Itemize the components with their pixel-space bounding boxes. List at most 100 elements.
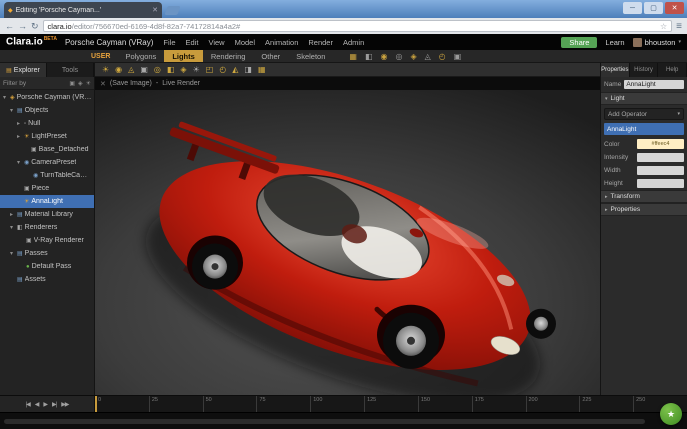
snap-grid-icon[interactable]: ▦ [349,52,357,61]
spot-light-icon[interactable]: ◉ [115,65,122,74]
light-target-icon[interactable]: ◰ [206,65,214,74]
exposure-icon[interactable]: ◨ [244,65,252,74]
shadow-icon[interactable]: ◭ [232,65,238,74]
forward-button[interactable]: → [18,22,27,31]
magnet-icon[interactable]: ◧ [365,52,373,61]
add-operator-dropdown[interactable]: Add Operator ▾ [604,108,684,120]
tree-item-objects[interactable]: ▾▤Objects [0,104,94,117]
browser-menu-button[interactable]: ≡ [676,21,682,32]
history-icon[interactable]: ◴ [439,52,446,61]
light-link-icon[interactable]: ◴ [219,65,226,74]
tree-item-assets[interactable]: ▤Assets [0,273,94,286]
width-input[interactable] [637,166,684,175]
settings-icon[interactable]: ◬ [425,52,431,61]
tab-skeleton[interactable]: Skeleton [288,50,333,62]
tab-rendering[interactable]: Rendering [203,50,254,62]
go-to-end-button[interactable]: ▶▶ [61,401,68,408]
filter-objects-icon[interactable]: ▣ [69,80,75,87]
filter-materials-icon[interactable]: ◈ [78,80,83,87]
expand-arrow-icon[interactable]: ▾ [8,224,15,231]
tab-other[interactable]: Other [253,50,288,62]
menu-animation[interactable]: Animation [265,38,298,47]
tree-item-piece[interactable]: ▣Piece [0,182,94,195]
go-to-start-button[interactable]: |◀ [26,401,30,408]
height-input[interactable] [637,179,684,188]
playhead[interactable] [95,396,97,412]
expand-arrow-icon[interactable]: ▾ [15,159,22,166]
share-button[interactable]: Share [561,37,597,48]
ambient-light-icon[interactable]: ◧ [167,65,175,74]
tab-user-palette[interactable]: USER [84,50,117,62]
menu-render[interactable]: Render [308,38,333,47]
intensity-input[interactable] [637,153,684,162]
color-swatch[interactable]: #ffeec4 [637,139,684,149]
tree-item-base-detached[interactable]: ▣Base_Detached [0,143,94,156]
sky-light-icon[interactable]: ◎ [154,65,161,74]
tree-item-passes[interactable]: ▾▤Passes [0,247,94,260]
play-button[interactable]: ▶ [43,401,47,408]
tree-item-scene-root[interactable]: ▾◈Porsche Cayman (VRay) [0,91,94,104]
menu-file[interactable]: File [163,38,175,47]
ies-light-icon[interactable]: ◈ [180,65,186,74]
tree-item-default-pass[interactable]: ●Default Pass [0,260,94,273]
tree-item-annalight[interactable]: ☀AnnaLight [0,195,94,208]
transform-section-header[interactable]: ▸ Transform [601,190,687,203]
point-light-icon[interactable]: ☀ [102,65,109,74]
back-button[interactable]: ← [5,22,14,31]
timeline-ruler[interactable]: 0 25 50 75 100 125 150 175 200 225 250 [95,396,687,412]
grid-icon[interactable]: ▣ [454,52,462,61]
environment-icon[interactable]: ▦ [258,65,266,74]
camera-view-icon[interactable]: ◎ [395,52,402,61]
clara-logo[interactable]: Clara.ioBETA [6,36,57,47]
sun-light-icon[interactable]: ☀ [193,65,200,74]
url-field[interactable]: clara.io /editor/756670ed-6169-4d8f-82a7… [43,20,673,32]
reload-button[interactable]: ↻ [31,22,39,31]
save-image-link[interactable]: (Save Image) [110,80,152,87]
user-menu[interactable]: bhouston ▾ [633,38,681,47]
learn-button[interactable]: Learn [605,38,624,47]
expand-arrow-icon[interactable]: ▾ [1,94,8,101]
tab-help[interactable]: Help [658,63,687,77]
tab-close-icon[interactable]: ✕ [152,6,158,14]
tree-item-turntablecamera[interactable]: ◉TurnTableCamera [0,169,94,182]
menu-edit[interactable]: Edit [186,38,199,47]
light-section-header[interactable]: ▾ Light [601,92,687,105]
step-back-button[interactable]: ◀ [35,401,39,408]
properties-section-header[interactable]: ▸ Properties [601,203,687,216]
name-input[interactable]: AnnaLight [624,80,684,89]
window-close-button[interactable]: ✕ [665,2,684,14]
car-render[interactable] [95,90,600,395]
window-maximize-button[interactable]: ▢ [644,2,663,14]
window-minimize-button[interactable]: ─ [623,2,642,14]
tree-item-null[interactable]: ▸▫Null [0,117,94,130]
help-bubble[interactable]: ★ [660,403,682,425]
render-viewport[interactable] [95,90,600,395]
tab-properties[interactable]: Properties [601,63,630,77]
menu-admin[interactable]: Admin [343,38,364,47]
close-render-icon[interactable]: ✕ [100,80,106,88]
step-forward-button[interactable]: ▶| [52,401,56,408]
expand-arrow-icon[interactable]: ▸ [8,211,15,218]
area-light-icon[interactable]: ▣ [140,65,148,74]
expand-arrow-icon[interactable]: ▾ [8,107,15,114]
tab-tools[interactable]: Tools [47,63,94,77]
tab-lights[interactable]: Lights [164,50,203,62]
expand-arrow-icon[interactable]: ▸ [15,133,22,140]
tab-polygons[interactable]: Polygons [117,50,164,62]
render-icon[interactable]: ◉ [381,52,388,61]
tree-item-camerapreset[interactable]: ▾◉CameraPreset [0,156,94,169]
expand-arrow-icon[interactable]: ▸ [15,120,22,127]
new-tab-button[interactable] [164,6,180,15]
filter-lights-icon[interactable]: ☀ [86,80,91,87]
tab-history[interactable]: History [630,63,659,77]
tree-item-vray-renderer[interactable]: ▣V-Ray Renderer [0,234,94,247]
tab-explorer[interactable]: ▤Explorer [0,63,47,77]
tree-item-material-library[interactable]: ▸▤Material Library [0,208,94,221]
material-icon[interactable]: ◈ [410,52,416,61]
expand-arrow-icon[interactable]: ▾ [8,250,15,257]
directional-light-icon[interactable]: ◬ [128,65,134,74]
horizontal-scrollbar[interactable] [4,419,645,424]
tree-item-lightpreset[interactable]: ▸☀LightPreset [0,130,94,143]
bookmark-star-icon[interactable]: ☆ [660,22,667,31]
tree-item-renderers[interactable]: ▾◧Renderers [0,221,94,234]
